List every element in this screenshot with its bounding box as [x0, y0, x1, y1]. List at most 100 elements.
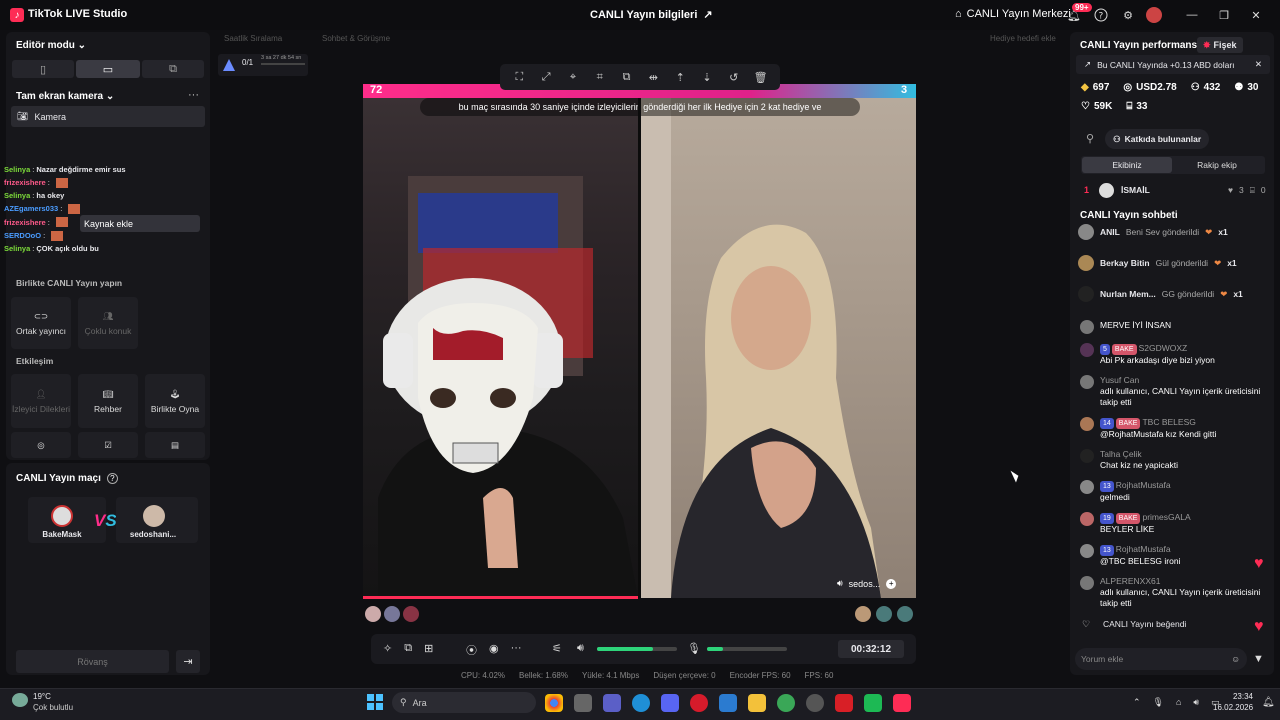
split-mode-button[interactable]: ⧉: [142, 60, 204, 78]
more-icon[interactable]: ···: [188, 89, 199, 101]
taskbar-search[interactable]: ⚲ Ara: [392, 692, 536, 713]
send-icon[interactable]: ▼: [1253, 653, 1264, 665]
steam-icon[interactable]: [806, 694, 824, 712]
youtube-icon[interactable]: [835, 694, 853, 712]
weather-icon[interactable]: [12, 693, 28, 707]
mic-icon[interactable]: 🎙︎: [687, 642, 701, 655]
record-icon[interactable]: ⦿: [466, 642, 477, 658]
user-avatar[interactable]: [1078, 224, 1094, 240]
center-icon[interactable]: ⌖: [566, 70, 580, 84]
notification-bell-icon[interactable]: 🔔︎: [1262, 697, 1275, 708]
camera-section-dropdown[interactable]: Tam ekran kamera ⌄: [16, 91, 114, 102]
message-user[interactable]: RojhatMustafa: [1116, 544, 1171, 554]
checklist-tile[interactable]: ☑: [78, 432, 138, 458]
user-avatar[interactable]: [1080, 320, 1094, 334]
expand-icon[interactable]: ⤢: [539, 70, 553, 84]
camera-source-item[interactable]: 📷︎ Kamera: [11, 106, 205, 127]
top-user-avatar[interactable]: [1099, 183, 1114, 198]
speaker-icon[interactable]: 🔊︎: [1193, 697, 1199, 708]
magic-wand-icon[interactable]: ✧: [383, 642, 392, 655]
tab-chat-call[interactable]: Sohbet & Görüşme: [322, 34, 390, 43]
viewer-wishes-tile[interactable]: 👤︎ İzleyici Dilekleri: [11, 374, 71, 428]
teams-icon[interactable]: [603, 694, 621, 712]
help-icon[interactable]: ?: [1093, 7, 1109, 23]
add-gift-goal[interactable]: Hediye hedefi ekle: [990, 34, 1056, 43]
message-user[interactable]: S2GDWOXZ: [1139, 343, 1188, 353]
more-icon[interactable]: ···: [511, 642, 522, 658]
folder-icon[interactable]: [748, 694, 766, 712]
avatar[interactable]: [1146, 7, 1162, 23]
viewer-avatar[interactable]: [384, 606, 400, 622]
user-avatar[interactable]: [1080, 512, 1094, 526]
tab-rival-team[interactable]: Rakip ekip: [1172, 157, 1262, 173]
emoji-icon[interactable]: ☺: [1231, 654, 1240, 664]
fit-icon[interactable]: ⛶: [512, 70, 526, 84]
user-avatar[interactable]: [1080, 544, 1094, 558]
user-avatar[interactable]: [1080, 480, 1094, 494]
gear-icon[interactable]: ⚙: [1120, 7, 1136, 23]
chrome-alt-icon[interactable]: [777, 694, 795, 712]
green-app-icon[interactable]: [864, 694, 882, 712]
user-avatar[interactable]: [1080, 343, 1094, 357]
flip-icon[interactable]: ⇹: [646, 70, 660, 84]
trash-icon[interactable]: 🗑︎: [754, 70, 768, 84]
add-user-icon[interactable]: ⚲: [1086, 132, 1094, 145]
play-together-tile[interactable]: 🕹︎ Birlikte Oyna: [145, 374, 205, 428]
user-avatar[interactable]: [1078, 286, 1094, 302]
user-avatar[interactable]: [1080, 576, 1094, 590]
maximize-icon[interactable]: ❐: [1216, 7, 1232, 23]
minimize-icon[interactable]: —: [1184, 7, 1200, 23]
chrome-icon[interactable]: [545, 694, 563, 712]
fisek-button[interactable]: ✸ Fişek: [1197, 37, 1243, 53]
tiktok-live-icon[interactable]: [893, 694, 911, 712]
stream-info-button[interactable]: CANLI Yayın bilgileri ↗: [590, 8, 713, 22]
co-host-tile[interactable]: ⊂⊃ Ortak yayıncı: [11, 297, 71, 349]
mic-icon[interactable]: 🎙︎: [1153, 697, 1164, 708]
add-scene-icon[interactable]: ⊞: [424, 642, 433, 655]
mail-icon[interactable]: [719, 694, 737, 712]
add-source-button[interactable]: Kaynak ekle: [80, 215, 200, 232]
user-avatar[interactable]: [1078, 255, 1094, 271]
clock-time[interactable]: 23:34: [1213, 692, 1253, 701]
editor-mode-dropdown[interactable]: Editör modu ⌄: [16, 40, 86, 51]
store-icon[interactable]: [574, 694, 592, 712]
copy-icon[interactable]: ⧉: [620, 70, 634, 84]
speaker-icon[interactable]: 🔊︎: [837, 578, 843, 589]
windows-start-icon[interactable]: [367, 694, 383, 710]
viewer-avatar[interactable]: [365, 606, 381, 622]
tab-your-team[interactable]: Ekibiniz: [1082, 157, 1172, 173]
effects-icon[interactable]: ◉: [489, 642, 499, 658]
discord-icon[interactable]: [661, 694, 679, 712]
viewer-avatar[interactable]: [897, 606, 913, 622]
close-icon[interactable]: ✕: [1248, 7, 1264, 23]
message-user[interactable]: Yusuf Can: [1100, 375, 1139, 385]
exit-match-icon[interactable]: ⇥: [176, 650, 200, 673]
box-tile[interactable]: ▤: [145, 432, 205, 458]
user-avatar[interactable]: [1080, 449, 1094, 463]
guide-tile[interactable]: 📖︎ Rehber: [78, 374, 138, 428]
multi-guest-tile[interactable]: 👥︎ Çoklu konuk: [78, 297, 138, 349]
layer-down-icon[interactable]: ⇣: [700, 70, 714, 84]
landscape-mode-button[interactable]: ▭: [76, 60, 140, 78]
message-user[interactable]: RojhatMustafa: [1116, 480, 1171, 490]
message-user[interactable]: primesGALA: [1142, 512, 1190, 522]
help-icon[interactable]: ?: [106, 473, 118, 484]
screen-share-icon[interactable]: ⧉: [404, 642, 412, 655]
portrait-mode-button[interactable]: ▯: [12, 60, 74, 78]
network-icon[interactable]: ⌂: [1176, 697, 1181, 708]
contributors-button[interactable]: ⚇ Katkıda bulunanlar: [1105, 129, 1210, 149]
viewer-avatar[interactable]: [855, 606, 871, 622]
gift-user[interactable]: ANIL: [1100, 227, 1120, 238]
volume-icon[interactable]: 🔊︎: [577, 642, 584, 655]
target-tile[interactable]: ◎: [11, 432, 71, 458]
crop-icon[interactable]: ⌗: [593, 70, 607, 84]
chevron-up-icon[interactable]: ⌃: [1133, 697, 1141, 708]
comment-input[interactable]: Yorum ekle ☺: [1075, 648, 1247, 670]
volume-slider[interactable]: [597, 647, 677, 651]
message-user[interactable]: Talha Çelik: [1100, 449, 1142, 459]
viewer-avatar[interactable]: [403, 606, 419, 622]
edge-icon[interactable]: [632, 694, 650, 712]
undo-icon[interactable]: ↺: [727, 70, 741, 84]
close-icon[interactable]: ✕: [1255, 59, 1262, 70]
add-icon[interactable]: +: [886, 578, 897, 589]
